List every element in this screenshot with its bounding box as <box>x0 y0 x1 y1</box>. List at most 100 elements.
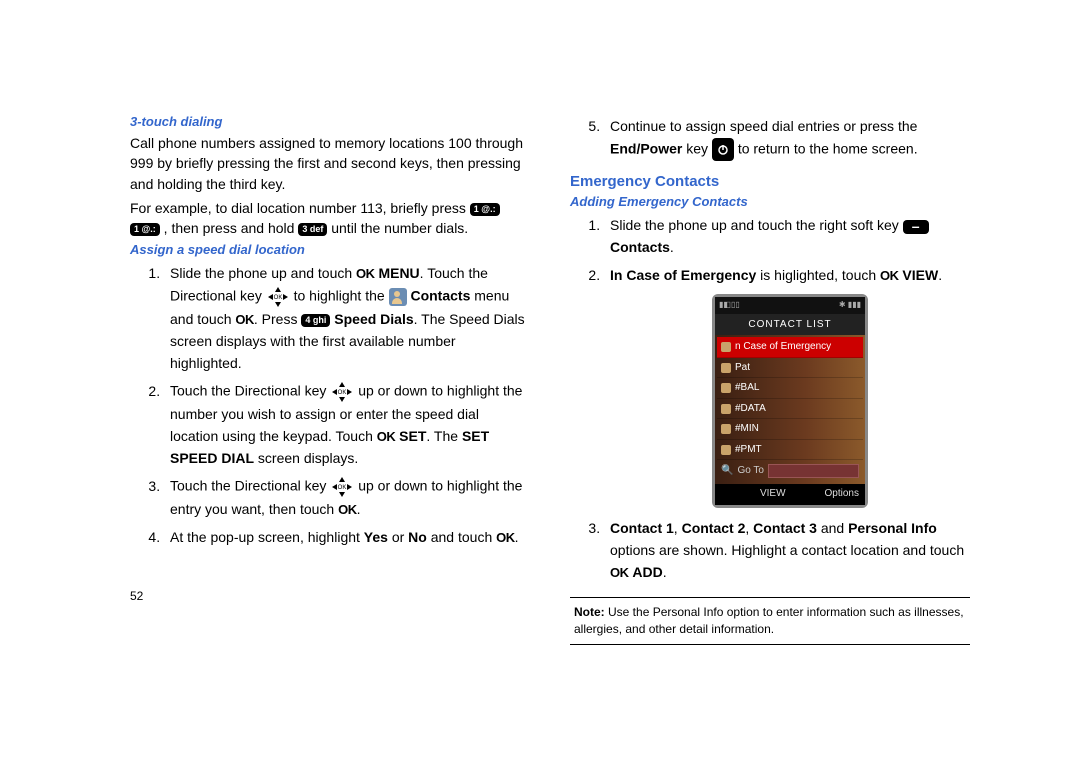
text: and touch <box>427 529 496 545</box>
text: screen displays. <box>254 450 358 466</box>
phone-screenshot: ▮◧▯▯✱ ▮▮▮ CONTACT LIST n Case of Emergen… <box>712 294 868 508</box>
goto-label: Go To <box>737 463 764 479</box>
key-1-icon: 1 @.: <box>470 203 500 216</box>
text: At the pop-up screen, highlight <box>170 529 364 545</box>
phone-goto: 🔍Go To <box>717 460 863 482</box>
ok-icon: OK <box>235 310 254 330</box>
text: , then press and hold <box>164 220 299 236</box>
text: . <box>357 501 361 517</box>
text: to highlight the <box>294 288 389 304</box>
text-bold: Contact 1 <box>610 520 674 536</box>
text-bold: Yes <box>364 529 388 545</box>
para-3touch-desc: Call phone numbers assigned to memory lo… <box>130 133 530 194</box>
text: or <box>388 529 408 545</box>
text-bold: Personal Info <box>848 520 937 536</box>
list-item: #PMT <box>717 440 863 461</box>
page-number: 52 <box>130 589 530 603</box>
contact-item-icon <box>721 404 731 414</box>
text: options are shown. Highlight a contact l… <box>610 542 964 558</box>
text-bold: VIEW <box>902 267 938 283</box>
section-emergency: Emergency Contacts <box>570 173 970 190</box>
text: , <box>745 520 753 536</box>
text-bold: Contact 3 <box>753 520 817 536</box>
estep-3: Contact 1, Contact 2, Contact 3 and Pers… <box>604 518 970 583</box>
contact-item-icon <box>721 445 731 455</box>
text-bold: Contact 2 <box>682 520 746 536</box>
svg-text:OK: OK <box>338 485 347 491</box>
text-bold: End/Power <box>610 140 682 156</box>
step-3: Touch the Directional key OK up or down … <box>164 475 530 521</box>
contact-item-icon <box>721 424 731 434</box>
contact-item-icon <box>721 363 731 373</box>
text: until the number dials. <box>331 220 468 236</box>
step-4: At the pop-up screen, highlight Yes or N… <box>164 527 530 549</box>
steps-assign: Slide the phone up and touch OK MENU. To… <box>130 263 530 548</box>
text: Touch the Directional key <box>170 478 330 494</box>
subheading-assign: Assign a speed dial location <box>130 242 530 257</box>
directional-key-icon: OK <box>330 475 354 499</box>
list-item-label: n Case of Emergency <box>735 339 831 355</box>
key-4-icon: 4 ghi <box>301 314 330 327</box>
steps-emergency: Slide the phone up and touch the right s… <box>570 215 970 583</box>
text: key <box>682 140 712 156</box>
text-bold: MENU <box>378 265 419 281</box>
key-1-icon: 1 @.: <box>130 223 160 236</box>
contacts-icon <box>389 288 407 306</box>
text: Slide the phone up and touch <box>170 265 356 281</box>
subheading-adding-emergency: Adding Emergency Contacts <box>570 194 970 209</box>
note-box: Note: Use the Personal Info option to en… <box>570 597 970 645</box>
steps-continued: Continue to assign speed dial entries or… <box>570 116 970 161</box>
text-bold: SET <box>399 428 426 444</box>
left-column: 3-touch dialing Call phone numbers assig… <box>130 110 530 645</box>
text: and <box>817 520 848 536</box>
text: . <box>670 239 674 255</box>
text: . Press <box>254 311 301 327</box>
ok-icon: OK <box>610 563 629 583</box>
softkey-right: Options <box>825 486 859 502</box>
text: Touch the Directional key <box>170 383 330 399</box>
text: is higlighted, touch <box>756 267 880 283</box>
estep-1: Slide the phone up and touch the right s… <box>604 215 970 258</box>
ok-icon: OK <box>338 500 357 520</box>
ok-icon: OK <box>377 427 396 447</box>
right-column: Continue to assign speed dial entries or… <box>570 110 970 645</box>
text-bold: Contacts <box>410 288 470 304</box>
text: Continue to assign speed dial entries or… <box>610 118 917 134</box>
contact-item-icon <box>721 383 731 393</box>
step-5: Continue to assign speed dial entries or… <box>604 116 970 161</box>
key-3-icon: 3 def <box>298 223 327 236</box>
list-item-label: #PMT <box>735 442 762 458</box>
subheading-3touch: 3-touch dialing <box>130 114 530 129</box>
text: to return to the home screen. <box>738 140 918 156</box>
list-item-label: #DATA <box>735 401 766 417</box>
text-bold: ADD <box>632 564 662 580</box>
text: . The <box>426 428 462 444</box>
para-3touch-example: For example, to dial location number 113… <box>130 198 530 239</box>
list-item-label: #MIN <box>735 421 759 437</box>
phone-statusbar: ▮◧▯▯✱ ▮▮▮ <box>715 297 865 313</box>
list-item-label: #BAL <box>735 380 759 396</box>
text-bold: No <box>408 529 427 545</box>
svg-text:OK: OK <box>338 390 347 396</box>
softkey-center: VIEW <box>760 486 786 502</box>
svg-text:OK: OK <box>273 295 282 301</box>
list-item: #MIN <box>717 419 863 440</box>
list-item: #BAL <box>717 378 863 399</box>
text: . <box>938 267 942 283</box>
phone-softkeys: VIEW Options <box>715 484 865 506</box>
note-text: Use the Personal Info option to enter in… <box>574 605 964 636</box>
list-item: Pat <box>717 358 863 379</box>
estep-2: In Case of Emergency is higlighted, touc… <box>604 265 970 509</box>
directional-key-icon: OK <box>266 285 290 309</box>
text: Slide the phone up and touch the right s… <box>610 217 903 233</box>
phone-list: n Case of Emergency Pat #BAL #DATA #MIN … <box>715 335 865 484</box>
note-label: Note: <box>574 605 605 619</box>
text: . <box>663 564 667 580</box>
phone-title: CONTACT LIST <box>715 314 865 336</box>
ok-icon: OK <box>880 266 899 286</box>
text-bold: Speed Dials <box>334 311 413 327</box>
list-item: #DATA <box>717 399 863 420</box>
text-bold: Contacts <box>610 239 670 255</box>
ok-icon: OK <box>356 264 375 284</box>
list-item: n Case of Emergency <box>717 337 863 358</box>
